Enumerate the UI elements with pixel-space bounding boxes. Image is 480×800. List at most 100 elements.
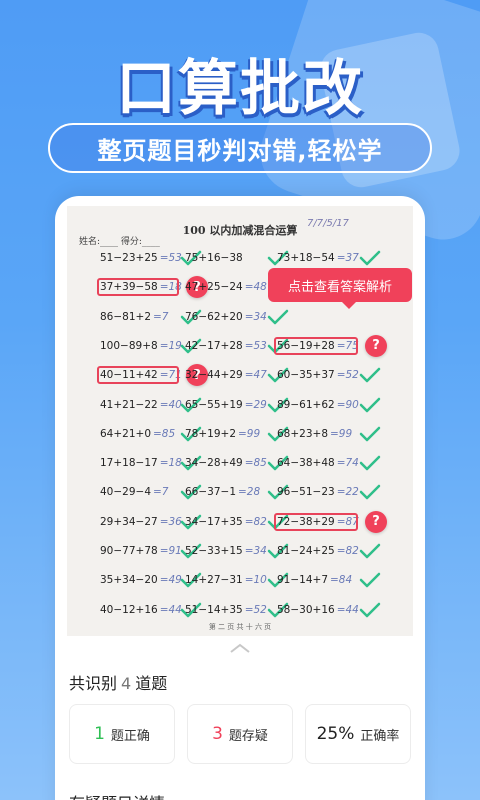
problem-answer: =82 bbox=[244, 515, 267, 528]
problem-expression: 41+21−22 bbox=[100, 398, 158, 411]
summary-suffix: 道题 bbox=[135, 674, 168, 693]
problem-item[interactable]: 52−33+15 =34 bbox=[185, 543, 267, 559]
problem-expression: 14+27−31 bbox=[185, 574, 243, 587]
stat-accuracy-label: 正确率 bbox=[360, 728, 400, 744]
problem-expression: 51−23+25 bbox=[100, 252, 158, 264]
problem-answer: =85 bbox=[153, 427, 176, 440]
problem-item[interactable]: 51−14+35 =52 bbox=[185, 602, 267, 618]
problem-item[interactable]: 75+16−38 bbox=[185, 250, 245, 266]
problem-item[interactable]: 34−17+35 =82 bbox=[185, 514, 267, 530]
doubtful-highlight-box[interactable] bbox=[97, 278, 179, 297]
problem-item[interactable]: 35+34−20 =49 bbox=[100, 572, 182, 588]
problem-item[interactable]: 29+34−27 =36 bbox=[100, 514, 182, 530]
check-icon bbox=[359, 367, 381, 383]
problem-answer: =49 bbox=[159, 574, 182, 587]
stat-doubtful: 3 题存疑 bbox=[187, 704, 293, 764]
problem-expression: 52−33+15 bbox=[185, 545, 243, 557]
doubtful-highlight-box[interactable] bbox=[274, 512, 358, 531]
problem-answer: =84 bbox=[330, 574, 353, 587]
problem-expression: 34−28+49 bbox=[185, 457, 243, 470]
stat-accuracy-value: 25% bbox=[316, 724, 355, 744]
problem-answer: =52 bbox=[336, 369, 359, 382]
problem-item[interactable]: 91−14+7 =84 bbox=[277, 572, 352, 588]
problem-answer: =91 bbox=[159, 545, 182, 557]
problem-answer: =53 bbox=[244, 339, 267, 352]
worksheet-name-line: 姓名:____ 得分:____ bbox=[79, 237, 160, 247]
stat-correct-label: 题正确 bbox=[110, 728, 150, 744]
problem-item[interactable]: 47+25−24 =48 bbox=[185, 279, 267, 295]
worksheet-footer: 第 二 页 共 十 六 页 bbox=[208, 623, 272, 631]
problem-item[interactable]: 58−30+16 =44 bbox=[277, 602, 359, 618]
check-icon bbox=[359, 426, 381, 442]
problem-answer: =85 bbox=[244, 457, 267, 470]
problem-expression: 91−14+7 bbox=[277, 574, 328, 587]
problem-item[interactable]: 17+18−17 =18 bbox=[100, 455, 182, 471]
problem-item[interactable]: 68+23+8 =99 bbox=[277, 426, 352, 442]
problem-expression: 90−77+78 bbox=[100, 545, 158, 557]
problem-item[interactable]: 14+27−31 =10 bbox=[185, 572, 267, 588]
problem-answer: =90 bbox=[336, 398, 359, 411]
problem-item[interactable]: 64−38+48 =74 bbox=[277, 455, 359, 471]
problem-expression: 60−35+37 bbox=[277, 369, 335, 382]
problem-answer: =44 bbox=[159, 603, 182, 616]
problem-expression: 100−89+8 bbox=[100, 339, 158, 352]
problem-item[interactable]: 96−51−23 =22 bbox=[277, 484, 359, 500]
problem-answer: =53 bbox=[159, 252, 182, 264]
problem-item[interactable]: 78+19+2 =99 bbox=[185, 426, 260, 442]
problem-item[interactable]: 51−23+25 =53 bbox=[100, 250, 182, 266]
problem-expression: 64+21+0 bbox=[100, 427, 151, 440]
problem-item[interactable]: 73+18−54 =37 bbox=[277, 250, 359, 266]
problem-item[interactable]: 32−44+29 =47 bbox=[185, 367, 267, 383]
problem-answer: =10 bbox=[244, 574, 267, 587]
problem-item[interactable]: 40−12+16 =44 bbox=[100, 602, 182, 618]
problem-expression: 17+18−17 bbox=[100, 457, 158, 470]
problem-answer: =7 bbox=[153, 486, 169, 499]
problem-item[interactable]: 65−55+19 =29 bbox=[185, 397, 267, 413]
problem-item[interactable]: 76−62+20 =34 bbox=[185, 309, 267, 325]
chevron-up-icon[interactable] bbox=[228, 642, 252, 654]
problem-item[interactable]: 40−29−4 =7 bbox=[100, 484, 168, 500]
check-icon bbox=[359, 485, 381, 500]
problem-item[interactable]: 60−35+37 =52 bbox=[277, 367, 359, 383]
problem-expression: 81−24+25 bbox=[277, 545, 335, 557]
problem-item[interactable]: 41+21−22 =40 bbox=[100, 397, 182, 413]
problem-expression: 68+23+8 bbox=[277, 427, 328, 440]
problem-item[interactable]: 42−17+28 =53 bbox=[185, 338, 267, 354]
problem-expression: 32−44+29 bbox=[185, 369, 243, 382]
problem-expression: 40−12+16 bbox=[100, 603, 158, 616]
question-icon[interactable]: ? bbox=[365, 334, 387, 357]
problem-expression: 86−81+2 bbox=[100, 310, 151, 323]
problem-answer: =74 bbox=[336, 457, 359, 470]
problem-expression: 65−55+19 bbox=[185, 398, 243, 411]
problem-item[interactable]: 100−89+8 =19 bbox=[100, 338, 182, 354]
doubtful-highlight-box[interactable] bbox=[97, 366, 179, 385]
question-icon[interactable]: ? bbox=[365, 510, 387, 533]
problem-expression: 64−38+48 bbox=[277, 457, 335, 470]
check-icon bbox=[359, 250, 381, 266]
worksheet-signature: 7/7/5/17 bbox=[307, 218, 349, 229]
problem-expression: 40−29−4 bbox=[100, 486, 151, 499]
check-icon bbox=[359, 455, 381, 471]
problem-item[interactable]: 89−61+62 =90 bbox=[277, 397, 359, 413]
problem-item[interactable]: 64+21+0 =85 bbox=[100, 426, 175, 442]
problem-expression: 89−61+62 bbox=[277, 398, 335, 411]
problem-item[interactable]: 81−24+25 =82 bbox=[277, 543, 359, 559]
problem-item[interactable]: 90−77+78 =91 bbox=[100, 543, 182, 559]
doubtful-highlight-box[interactable] bbox=[274, 336, 358, 355]
problem-item[interactable]: 66−37−1 =28 bbox=[185, 484, 260, 500]
problem-expression: 73+18−54 bbox=[277, 252, 335, 264]
problem-answer: =34 bbox=[244, 545, 267, 557]
problem-expression: 75+16−38 bbox=[185, 252, 243, 264]
summary-count: 4 bbox=[121, 674, 132, 693]
problem-answer: =40 bbox=[159, 398, 182, 411]
answer-explain-tooltip[interactable]: 点击查看答案解析 bbox=[268, 268, 412, 309]
problem-answer: =34 bbox=[244, 310, 267, 323]
problem-answer: =82 bbox=[336, 545, 359, 557]
problem-item[interactable]: 86−81+2 =7 bbox=[100, 309, 168, 325]
problem-expression: 34−17+35 bbox=[185, 515, 243, 528]
stat-accuracy: 25% 正确率 bbox=[305, 704, 411, 764]
stat-doubtful-label: 题存疑 bbox=[228, 728, 268, 744]
problem-expression: 47+25−24 bbox=[185, 281, 243, 294]
problem-item[interactable]: 34−28+49 =85 bbox=[185, 455, 267, 471]
problem-answer: =44 bbox=[336, 603, 359, 616]
